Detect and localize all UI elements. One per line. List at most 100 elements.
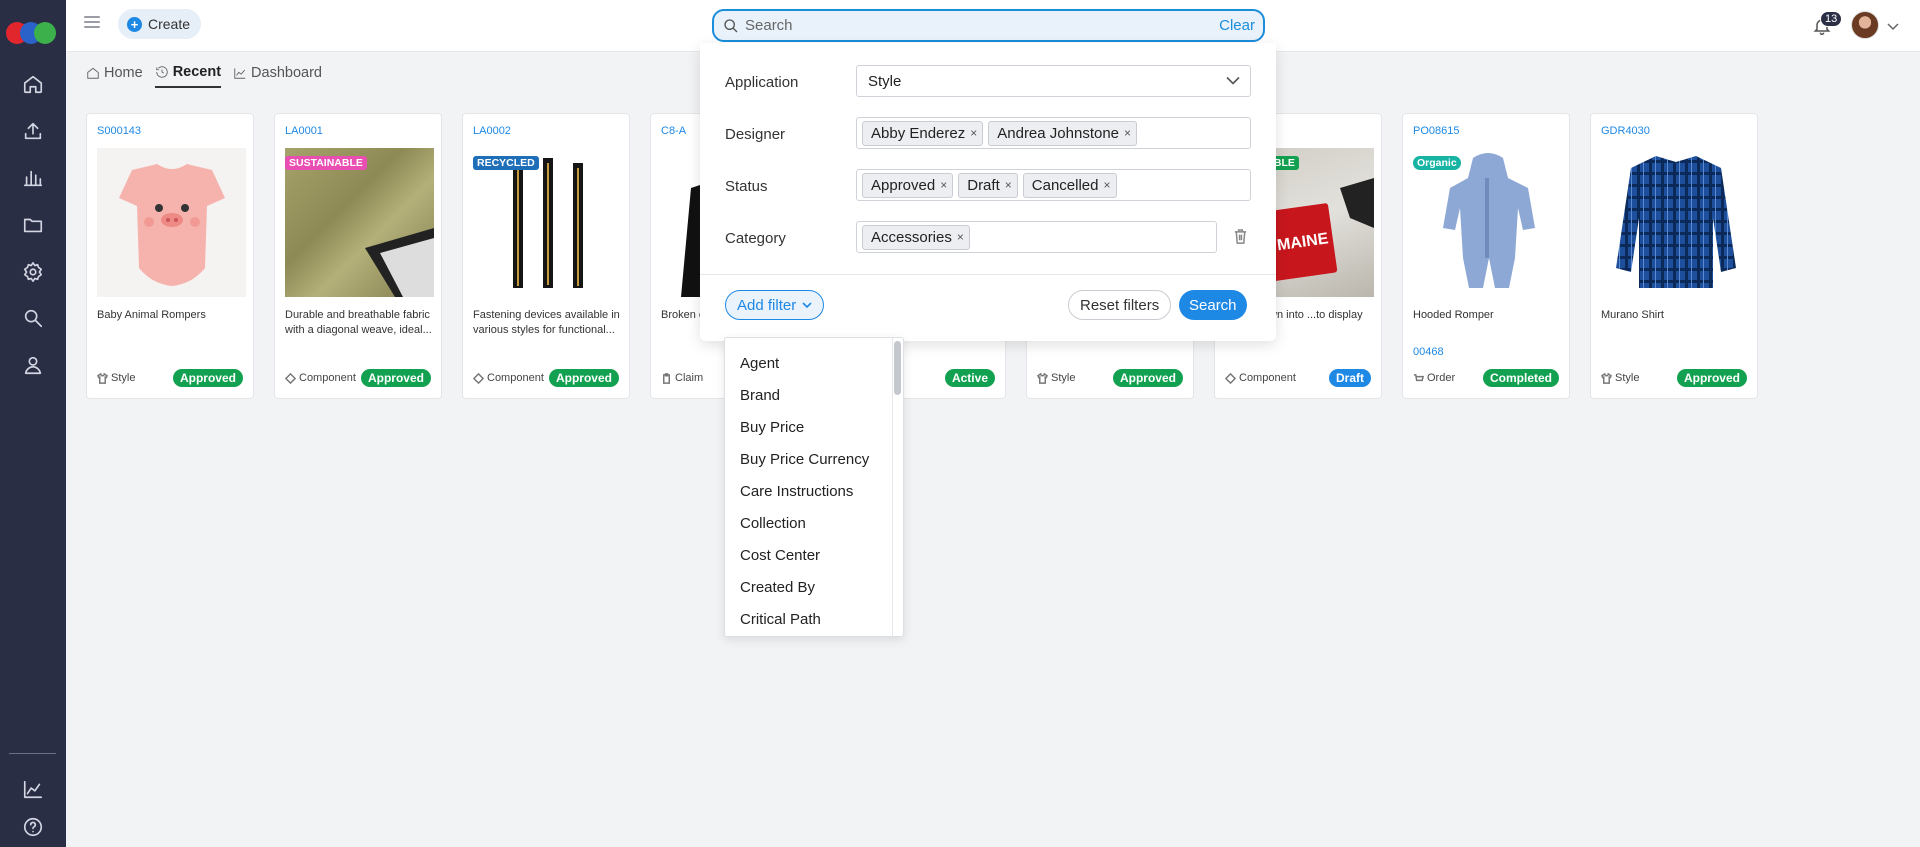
clear-search-link[interactable]: Clear xyxy=(1219,17,1255,34)
filter-option[interactable]: Care Instructions xyxy=(740,483,853,500)
filter-option[interactable]: Collection xyxy=(740,515,806,532)
filter-option[interactable]: Buy Price xyxy=(740,419,804,436)
shirt-icon xyxy=(97,372,108,384)
avatar[interactable] xyxy=(1851,11,1879,39)
menu-toggle-icon[interactable] xyxy=(84,16,100,32)
item-code[interactable]: LA0001 xyxy=(285,125,323,137)
close-icon[interactable]: × xyxy=(957,230,964,244)
item-code[interactable]: GDR4030 xyxy=(1601,125,1650,137)
search-icon xyxy=(724,18,738,32)
gear-icon[interactable] xyxy=(19,258,47,286)
analytics-icon[interactable] xyxy=(19,775,47,803)
close-icon[interactable]: × xyxy=(1005,178,1012,192)
diamond-icon xyxy=(473,372,484,384)
item-description: Hooded Romper xyxy=(1413,309,1494,321)
filter-option[interactable]: Brand xyxy=(740,387,780,404)
diamond-icon xyxy=(1225,372,1236,384)
status-badge: Approved xyxy=(548,369,619,387)
status-badge: Approved xyxy=(1676,369,1747,387)
clipboard-icon xyxy=(663,372,670,384)
item-code[interactable]: C8-A xyxy=(661,125,686,137)
item-card[interactable]: LA0002 RECYCLED Fastening devices availa… xyxy=(462,113,630,399)
item-code[interactable]: PO08615 xyxy=(1413,125,1459,137)
filter-option[interactable]: Cost Center xyxy=(740,547,820,564)
designer-field[interactable]: Abby Enderez × Andrea Johnstone × xyxy=(856,117,1251,149)
sidebar xyxy=(0,0,66,847)
search-filter-panel: Application Style Designer Abby Enderez ×… xyxy=(700,43,1276,341)
status-badge: Completed xyxy=(1482,369,1559,387)
item-reference-link[interactable]: 00468 xyxy=(1413,346,1444,358)
item-type-label: Component xyxy=(299,372,356,384)
tab-dashboard[interactable]: Dashboard xyxy=(233,64,322,88)
status-badge: Approved xyxy=(1112,369,1183,387)
close-icon[interactable]: × xyxy=(940,178,947,192)
folder-icon[interactable] xyxy=(19,211,47,239)
help-icon[interactable] xyxy=(19,813,47,841)
filter-option[interactable]: Created By xyxy=(740,579,815,596)
item-description: Fastening devices available in various s… xyxy=(473,309,620,336)
item-type-label: Style xyxy=(1615,372,1640,384)
chevron-down-icon xyxy=(1226,74,1250,89)
item-card[interactable]: GDR4030 Murano Shirt Style Approved xyxy=(1590,113,1758,399)
item-type: Component xyxy=(1225,372,1296,384)
item-type-label: Component xyxy=(1239,372,1296,384)
category-label: Category xyxy=(725,230,786,247)
search-input[interactable] xyxy=(739,17,1220,34)
tag-badge: Organic xyxy=(1413,156,1461,170)
filter-option[interactable]: Agent xyxy=(740,355,779,372)
chart-line-icon xyxy=(234,68,246,79)
home-icon xyxy=(87,67,99,79)
search-icon[interactable] xyxy=(19,304,47,332)
item-code[interactable]: S000143 xyxy=(97,125,141,137)
product-image xyxy=(285,148,434,297)
add-filter-button[interactable]: Add filter xyxy=(725,290,825,320)
home-icon[interactable] xyxy=(19,70,47,98)
tab-home[interactable]: Home xyxy=(86,64,143,88)
create-label: Create xyxy=(148,16,191,32)
trash-icon[interactable] xyxy=(1233,228,1249,246)
application-select[interactable]: Style xyxy=(856,65,1251,97)
view-tabs: Home Recent Dashboard xyxy=(86,64,322,88)
item-type: Style xyxy=(97,372,135,384)
tab-recent[interactable]: Recent xyxy=(154,64,222,88)
status-field[interactable]: Approved × Draft × Cancelled × xyxy=(856,169,1251,201)
item-type: Component xyxy=(473,372,544,384)
filter-options-dropdown: Agent Brand Buy Price Buy Price Currency… xyxy=(724,337,904,637)
filter-option[interactable]: Buy Price Currency xyxy=(740,451,869,468)
tag-badge: SUSTAINABLE xyxy=(285,156,367,170)
search-button[interactable]: Search xyxy=(1179,290,1247,320)
item-card[interactable]: LA0001 SUSTAINABLE Durable and breathabl… xyxy=(274,113,442,399)
tab-label: Recent xyxy=(172,64,222,80)
app-logo[interactable] xyxy=(6,22,60,44)
filter-option[interactable]: Critical Path xyxy=(740,611,821,628)
category-field[interactable]: Accessories × xyxy=(856,221,1217,253)
user-icon[interactable] xyxy=(19,351,47,379)
close-icon[interactable]: × xyxy=(1103,178,1110,192)
chevron-down-icon xyxy=(802,301,812,308)
item-card[interactable]: PO08615 Organic Hooded Romper 00468 Orde… xyxy=(1402,113,1570,399)
item-type: Claim xyxy=(661,372,703,384)
tag-badge: RECYCLED xyxy=(473,156,539,170)
item-card[interactable]: S000143 Baby Animal Rompers Style Approv… xyxy=(86,113,254,399)
bar-chart-icon[interactable] xyxy=(19,164,47,192)
create-button[interactable]: + Create xyxy=(118,9,202,39)
designer-chip: Abby Enderez × xyxy=(862,120,984,146)
product-image xyxy=(473,148,622,297)
status-badge: Draft xyxy=(1328,369,1371,387)
close-icon[interactable]: × xyxy=(1124,126,1131,140)
item-code[interactable]: LA0002 xyxy=(473,125,511,137)
history-icon xyxy=(155,66,168,78)
upload-icon[interactable] xyxy=(19,117,47,145)
tab-label: Home xyxy=(104,65,143,81)
chevron-down-icon[interactable] xyxy=(1887,20,1899,31)
scrollbar-thumb[interactable] xyxy=(894,341,901,395)
chip-label: Cancelled xyxy=(1031,176,1099,194)
item-type: Order xyxy=(1413,372,1455,384)
item-type-label: Style xyxy=(1051,372,1076,384)
item-description: Murano Shirt xyxy=(1601,309,1664,321)
close-icon[interactable]: × xyxy=(970,126,977,140)
reset-filters-button[interactable]: Reset filters xyxy=(1068,290,1172,320)
product-image xyxy=(1601,148,1750,297)
global-search: Clear xyxy=(712,9,1265,42)
category-chip: Accessories × xyxy=(862,224,970,250)
